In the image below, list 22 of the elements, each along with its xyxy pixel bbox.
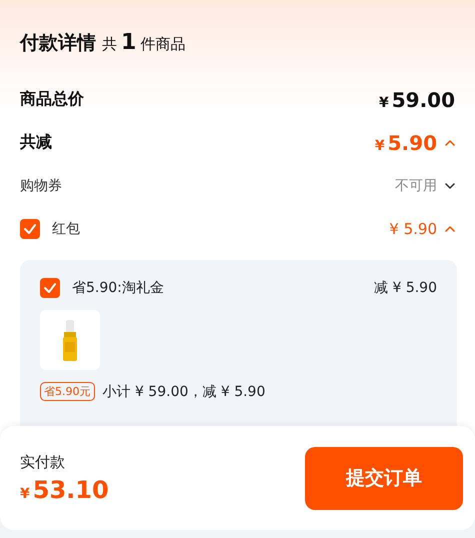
chevron-up-icon[interactable] [445, 226, 455, 232]
amount-label: 实付款 [20, 452, 66, 472]
coupon-label: 省5.90:淘礼金 [72, 279, 164, 297]
option-label: 购物券 [20, 176, 62, 194]
subtotal-text: 小计 ¥ 59.00，减 ¥ 5.90 [102, 382, 266, 400]
chevron-down-icon[interactable] [445, 182, 455, 188]
option-amount: ¥ 5.90 [389, 220, 437, 238]
discount-amount: ¥5.90 [374, 130, 437, 154]
total-price: ¥59.00 [378, 88, 455, 112]
checkbox[interactable] [40, 278, 60, 298]
checkbox[interactable] [20, 218, 40, 238]
page-title: 付款详情 [20, 31, 96, 56]
savings-tag: 省5.90元 [40, 382, 94, 401]
total-amount: ¥53.10 [20, 476, 109, 504]
submit-order-button[interactable]: 提交订单 [305, 446, 463, 510]
option-value: 不可用 [395, 176, 437, 194]
item-count: 共 1 件商品 [102, 30, 186, 55]
coupon-amount: 减 ¥ 5.90 [374, 279, 437, 297]
chevron-up-icon[interactable] [445, 140, 455, 146]
option-label: 红包 [52, 220, 80, 238]
summary-label: 共减 [20, 132, 52, 153]
summary-label: 商品总价 [20, 89, 84, 110]
